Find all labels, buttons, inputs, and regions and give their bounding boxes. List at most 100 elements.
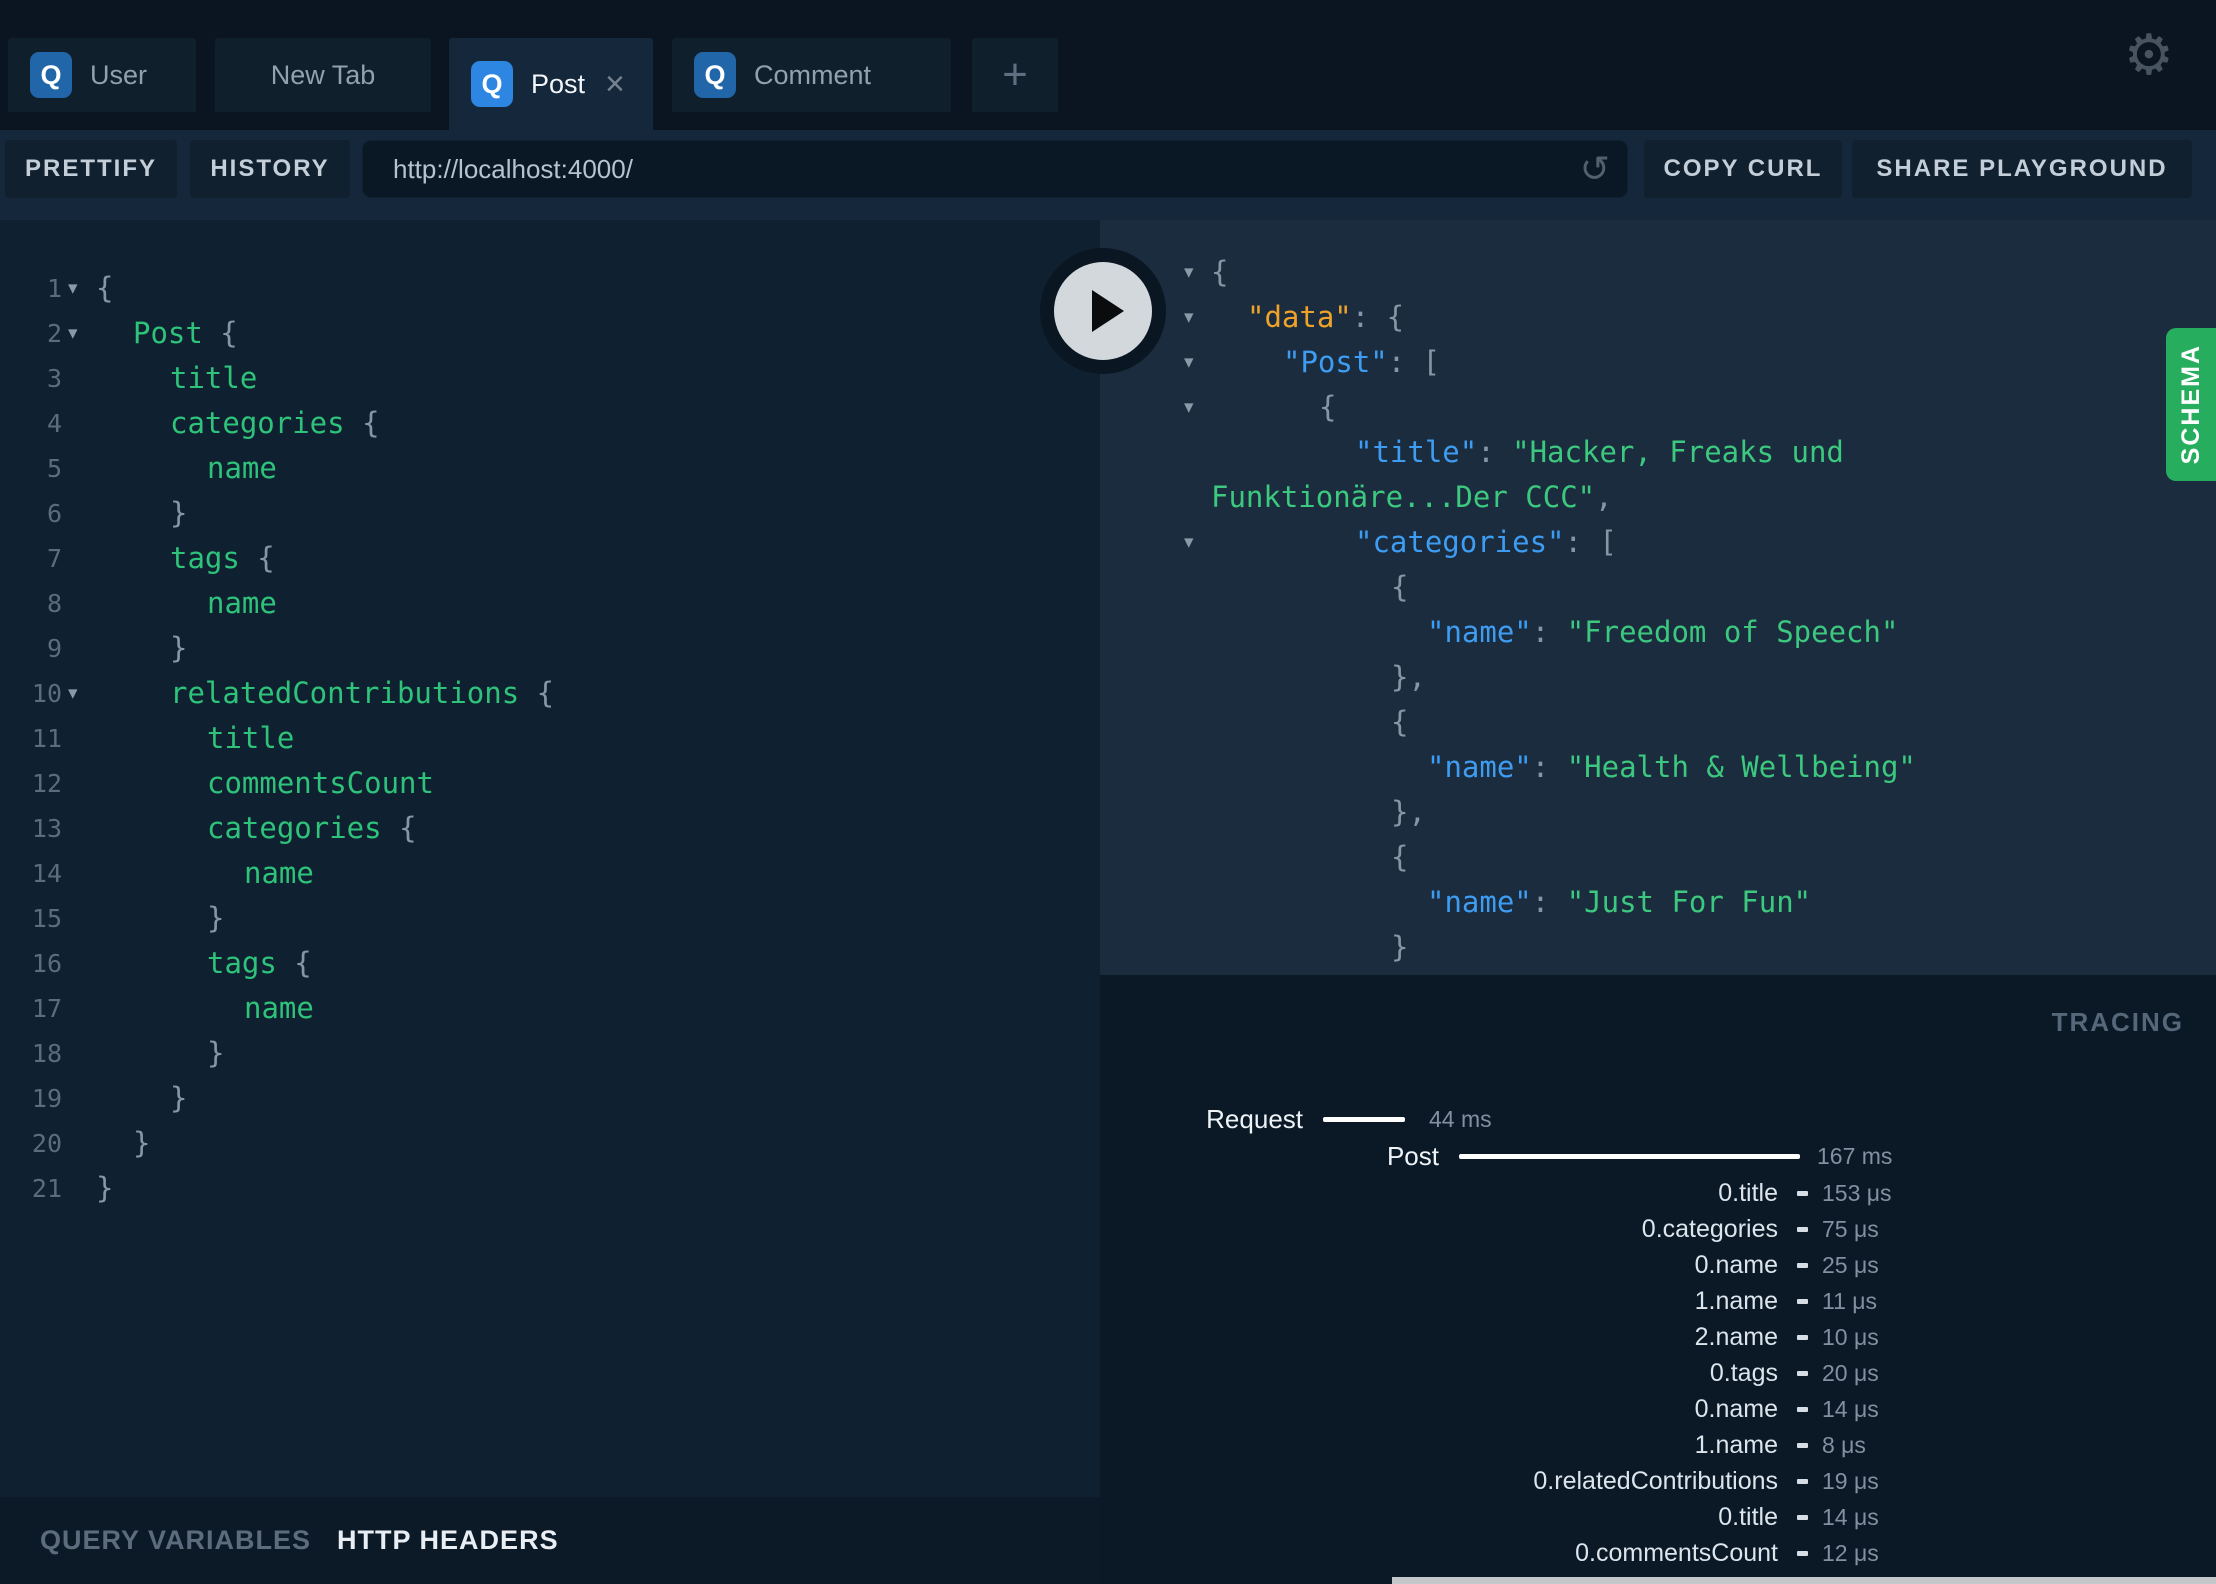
collapse-arrow-icon[interactable]: ▾ [1184, 250, 1194, 295]
code-text: } [133, 1121, 150, 1166]
token: { [239, 541, 275, 575]
history-button[interactable]: HISTORY [190, 140, 350, 198]
prettify-button[interactable]: PRETTIFY [5, 140, 177, 198]
new-tab-button[interactable]: + [972, 38, 1058, 112]
line-number: 19 [31, 1084, 62, 1113]
tracing-field-value: 19 μs [1822, 1467, 1879, 1494]
response-pane: ▾{▾ "data": {▾ "Post": [▾{"title": "Hacker… [1100, 220, 2216, 975]
code-text: } [170, 1076, 187, 1121]
tab-label: Post [531, 68, 586, 99]
line-number: 10 [31, 679, 62, 708]
tracing-field-label: 1.name [1694, 1286, 1778, 1315]
token: "Hacker, Freaks und [1512, 435, 1844, 469]
code-text: }, [1391, 790, 1426, 835]
collapse-arrow-icon[interactable]: ▾ [1184, 295, 1194, 340]
query-badge: Q [694, 52, 736, 98]
close-tab-icon[interactable]: × [605, 67, 625, 101]
line-number: 11 [31, 724, 62, 753]
tab-comment[interactable]: Q Comment [672, 38, 951, 112]
token: { [1391, 570, 1409, 604]
tracing-field-value: 10 μs [1822, 1323, 1879, 1350]
response-line: ▾{ [1100, 250, 2216, 295]
tracing-dash [1797, 1406, 1808, 1412]
editor-line: 3 title [0, 356, 1100, 401]
tracing-dash [1797, 1478, 1808, 1484]
fold-arrow-icon[interactable]: ▾ [68, 671, 98, 716]
token: } [133, 1126, 151, 1160]
editor-line: 19} [0, 1076, 1100, 1121]
code-text: "Post": [ [1283, 340, 1440, 385]
code-text: { [1391, 835, 1408, 880]
schema-tab[interactable]: SCHEMA [2166, 328, 2216, 481]
query-editor[interactable]: 1 ▾{2 ▾ Post {3 title 4 categories {5 name 6} 7 ta… [0, 220, 1100, 1497]
token: title [207, 721, 295, 755]
collapse-arrow-icon[interactable]: ▾ [1184, 340, 1194, 385]
tracing-field-label: 0.name [1694, 1394, 1778, 1423]
token: }, [1391, 660, 1426, 694]
editor-line: 16 tags { [0, 941, 1100, 986]
editor-line: 13 categories { [0, 806, 1100, 851]
response-line: ▾ "categories": [ [1100, 520, 2216, 565]
tracing-row: 0.title 14 μs [1100, 1502, 2200, 1532]
line-number: 9 [46, 634, 62, 663]
http-headers-tab[interactable]: HTTP HEADERS [337, 1525, 559, 1556]
settings-gear-icon[interactable]: ⚙ [2124, 28, 2174, 84]
token: "title" [1355, 435, 1478, 469]
fold-arrow-icon[interactable]: ▾ [68, 266, 98, 311]
token: : [ [1387, 345, 1441, 379]
line-number: 15 [31, 904, 62, 933]
token: } [170, 496, 188, 530]
token: { [381, 811, 417, 845]
response-line: { [1100, 700, 2216, 745]
response-line: } [1100, 925, 2216, 970]
query-variables-tab[interactable]: QUERY VARIABLES [40, 1525, 311, 1556]
tracing-panel: TRACING Request 44 ms Post 167 ms 0.title 153… [1100, 975, 2216, 1584]
tracing-dash [1797, 1262, 1808, 1268]
tab-post[interactable]: Q Post × [449, 38, 653, 130]
tracing-field-value: 14 μs [1822, 1395, 1879, 1422]
token: { [1391, 705, 1409, 739]
token: commentsCount [207, 766, 434, 800]
collapse-arrow-icon[interactable]: ▾ [1184, 520, 1194, 565]
collapse-arrow-icon[interactable]: ▾ [1184, 385, 1194, 430]
execute-play-button[interactable] [1040, 248, 1166, 374]
code-text: "name": "Freedom of Speech" [1427, 610, 1898, 655]
tab-user[interactable]: Q User [8, 38, 196, 112]
editor-line: 5 name [0, 446, 1100, 491]
line-number: 5 [46, 454, 62, 483]
tracing-field-value: 14 μs [1822, 1503, 1879, 1530]
response-lines: ▾{▾ "data": {▾ "Post": [▾{"title": "Hacker… [1100, 220, 2216, 975]
tab-label: Comment [754, 59, 872, 90]
tracing-field-value: 25 μs [1822, 1251, 1879, 1278]
tracing-span-request: Request 44 ms [1100, 1104, 2200, 1134]
token: "Just For Fun" [1566, 885, 1812, 919]
tab-new-tab[interactable]: New Tab [215, 38, 431, 112]
query-badge: Q [471, 61, 513, 107]
tracing-span-value: 167 ms [1817, 1142, 1893, 1169]
tracing-row: 1.name 8 μs [1100, 1430, 2200, 1460]
token: { [276, 946, 312, 980]
line-number: 2 [46, 319, 62, 348]
token: "Post" [1283, 345, 1388, 379]
share-playground-button[interactable]: SHARE PLAYGROUND [1852, 140, 2192, 198]
tracing-horizontal-scrollbar[interactable] [1392, 1577, 2216, 1584]
fold-arrow-icon[interactable]: ▾ [68, 311, 98, 356]
reload-icon[interactable]: ↺ [1580, 149, 1610, 190]
code-text: { [1391, 565, 1408, 610]
copy-curl-button[interactable]: COPY CURL [1644, 140, 1842, 198]
token: }, [1391, 795, 1426, 829]
editor-line: 21} [0, 1166, 1100, 1211]
line-number: 21 [31, 1174, 62, 1203]
code-text: tags { [207, 941, 312, 986]
line-number: 6 [46, 499, 62, 528]
token: : [1477, 435, 1513, 469]
code-text: } [207, 1031, 224, 1076]
tracing-field-label: 0.commentsCount [1575, 1538, 1778, 1567]
endpoint-url-input[interactable] [362, 140, 1628, 198]
editor-line: 18} [0, 1031, 1100, 1076]
token: tags [170, 541, 240, 575]
code-text: "title": "Hacker, Freaks und [1355, 430, 1844, 475]
tracing-span-post: Post 167 ms [1100, 1141, 2200, 1171]
token: , [1595, 480, 1613, 514]
tracing-row: 0.relatedContributions 19 μs [1100, 1466, 2200, 1496]
